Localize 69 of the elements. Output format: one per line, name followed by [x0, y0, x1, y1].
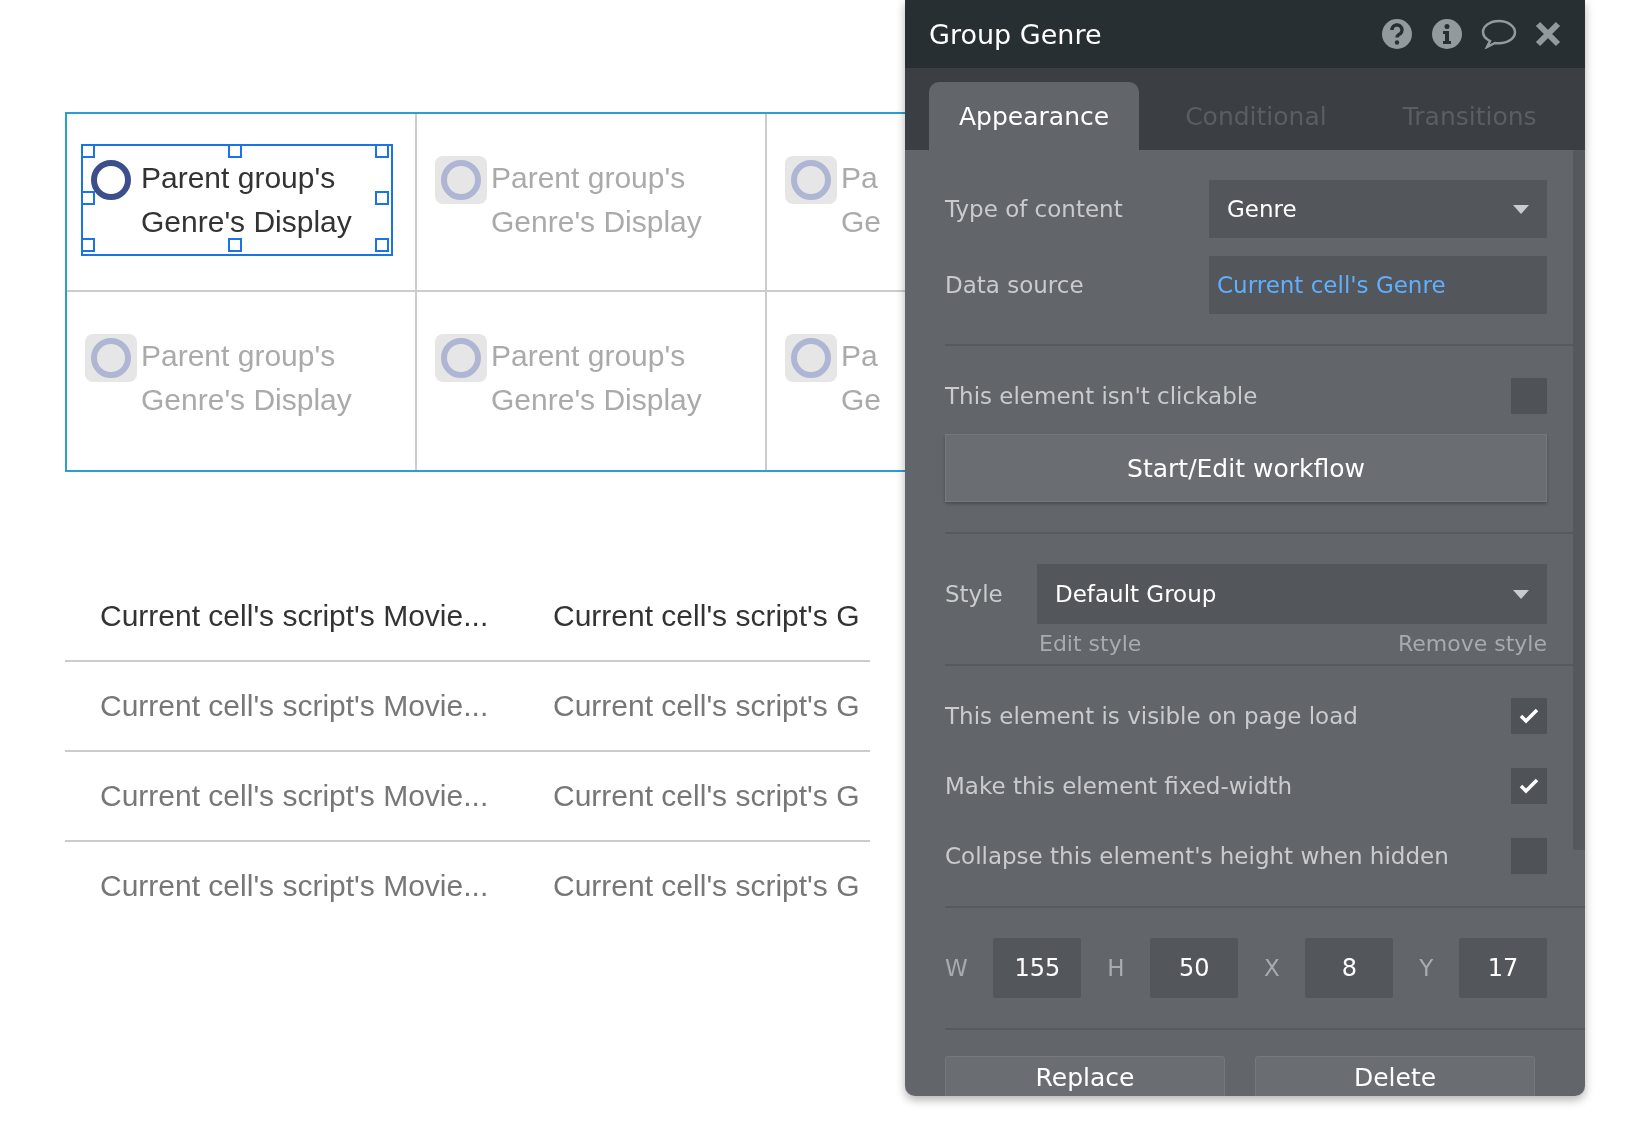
table-cell: Current cell's script's G — [553, 869, 860, 903]
option-label: This element is visible on page load — [945, 703, 1358, 729]
circle-icon — [440, 337, 482, 379]
style-dropdown[interactable]: Default Group — [1037, 564, 1547, 624]
genre-label: Pa — [841, 160, 879, 196]
genre-label: Genre's Display — [491, 204, 702, 240]
caret-icon — [1513, 204, 1529, 214]
help-icon[interactable] — [1381, 18, 1413, 50]
genre-label: Parent group's — [491, 160, 687, 196]
dimension-field[interactable]: 155 — [993, 938, 1082, 998]
genre-label: Pa — [841, 338, 879, 374]
table-cell-text: Current cell's script's Movie... — [100, 869, 490, 903]
resize-handle[interactable] — [81, 191, 95, 205]
table-cell: Current cell's script's G — [553, 599, 860, 633]
option-label: This element isn't clickable — [945, 383, 1258, 409]
dimension-label: W — [945, 955, 968, 981]
genre-label: Ge — [841, 204, 882, 240]
field-label: Style — [945, 581, 1003, 607]
table-cell-text: Current cell's script's Movie... — [100, 599, 490, 633]
genre-label: Parent group's — [491, 338, 687, 374]
field-label: Type of content — [945, 196, 1123, 222]
action-button[interactable]: Delete — [1255, 1056, 1535, 1096]
resize-handle[interactable] — [375, 238, 389, 252]
circle-icon — [790, 337, 832, 379]
checkmark-icon — [1519, 708, 1539, 724]
action-button[interactable]: Replace — [945, 1056, 1225, 1096]
comment-icon[interactable] — [1481, 19, 1517, 49]
close-icon[interactable] — [1535, 21, 1561, 47]
data-source-field[interactable]: Current cell's Genre — [1209, 256, 1547, 314]
option-label: Collapse this element's height when hidden — [945, 843, 1449, 869]
checkbox[interactable] — [1511, 768, 1547, 804]
genre-label: Genre's Display — [491, 382, 702, 418]
dimension-label: H — [1107, 955, 1125, 981]
genre-label: Ge — [841, 382, 882, 418]
resize-handle[interactable] — [228, 144, 242, 158]
dimension-field[interactable]: 8 — [1305, 938, 1394, 998]
resize-handle[interactable] — [228, 238, 242, 252]
dimension-label: X — [1263, 955, 1280, 981]
scrollbar-thumb[interactable] — [1573, 150, 1585, 850]
circle-icon — [90, 337, 132, 379]
field-label: Data source — [945, 272, 1084, 298]
resize-handle[interactable] — [375, 144, 389, 158]
resize-handle[interactable] — [81, 144, 95, 158]
info-icon[interactable] — [1431, 18, 1463, 50]
resize-handle[interactable] — [81, 238, 95, 252]
circle-icon — [790, 159, 832, 201]
repeating-group-cell[interactable]: Parent group's Genre's Display — [81, 144, 393, 256]
checkbox[interactable] — [1511, 698, 1547, 734]
circle-icon — [90, 159, 132, 201]
panel-tab[interactable]: Appearance — [929, 82, 1140, 150]
table-cell-text: Current cell's script's Movie... — [100, 779, 490, 813]
resize-handle[interactable] — [375, 191, 389, 205]
workflow-button[interactable]: Start/Edit workflow — [945, 434, 1547, 502]
genre-label: Parent group's — [141, 160, 337, 196]
dimension-field[interactable]: 50 — [1150, 938, 1239, 998]
panel-title: Group Genre — [929, 18, 1103, 50]
dimension-label: Y — [1419, 955, 1434, 981]
table-cell: Current cell's script's G — [553, 689, 860, 723]
table-cell: Current cell's script's G — [553, 779, 860, 813]
genre-label: Genre's Display — [141, 204, 352, 240]
dimension-field[interactable]: 17 — [1458, 938, 1547, 998]
table-cell-text: Current cell's script's Movie... — [100, 689, 490, 723]
genre-label: Genre's Display — [141, 382, 352, 418]
caret-icon — [1513, 589, 1529, 599]
circle-icon — [440, 159, 482, 201]
option-label: Make this element fixed-width — [945, 773, 1293, 799]
checkmark-icon — [1519, 778, 1539, 794]
genre-label: Parent group's — [141, 338, 337, 374]
type-dropdown[interactable]: Genre — [1209, 180, 1547, 238]
